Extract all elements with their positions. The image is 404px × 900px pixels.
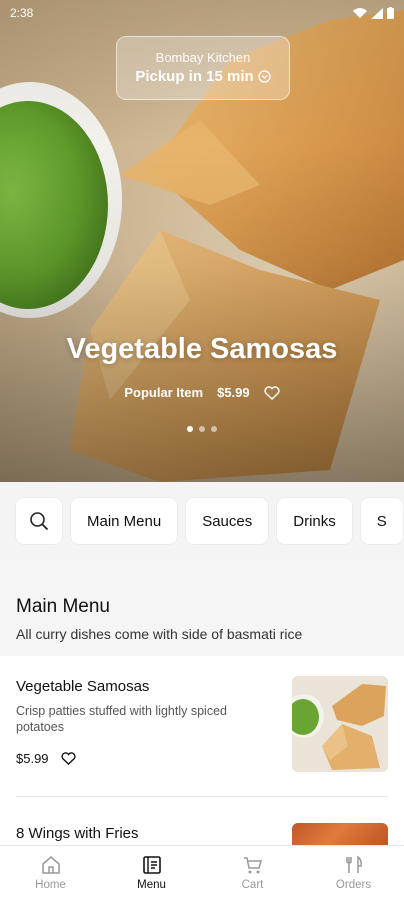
nav-item-orders[interactable]: Orders — [314, 855, 394, 891]
carousel-indicator[interactable] — [0, 426, 404, 432]
menu-book-icon — [142, 856, 161, 874]
heart-icon[interactable] — [60, 752, 76, 765]
menu-item-price: $5.99 — [16, 751, 49, 766]
search-icon — [30, 512, 49, 531]
signal-icon — [371, 7, 383, 19]
nav-label-cart: Cart — [241, 879, 264, 891]
hero-tag: Popular Item — [124, 385, 204, 400]
menu-item-description: Crisp patties stuffed with lightly spice… — [16, 704, 227, 734]
menu-item[interactable]: Vegetable Samosas Crisp patties stuffed … — [0, 656, 404, 796]
hero-banner[interactable]: 2:38 Bombay Kitchen Pickup in 15 min Veg… — [0, 0, 404, 482]
cart-icon — [243, 857, 262, 874]
status-bar: 2:38 — [0, 0, 404, 26]
nav-label-orders: Orders — [335, 879, 372, 891]
category-drinks[interactable]: Drinks — [277, 498, 352, 544]
heart-icon[interactable] — [264, 385, 280, 400]
nav-item-cart[interactable]: Cart — [213, 855, 293, 891]
carousel-dot[interactable] — [199, 426, 205, 432]
section-subtitle: All curry dishes come with side of basma… — [16, 626, 303, 642]
menu-item-image — [292, 676, 388, 772]
nav-item-menu[interactable]: Menu — [112, 855, 192, 891]
nav-label-menu: Menu — [137, 879, 166, 891]
pickup-time[interactable]: Pickup in 15 min — [117, 68, 289, 85]
menu-item[interactable]: 8 Wings with Fries — [0, 797, 404, 845]
hero-price: $5.99 — [217, 385, 250, 400]
section-title: Main Menu — [16, 596, 110, 617]
carousel-dot[interactable] — [211, 426, 217, 432]
status-time: 2:38 — [10, 6, 34, 20]
category-bar: Main Menu Sauces Drinks S — [0, 482, 404, 560]
pickup-time-label: Pickup in 15 min — [135, 68, 254, 85]
home-icon — [41, 856, 60, 874]
section-header: Main Menu All curry dishes come with sid… — [0, 560, 404, 656]
hero-meta: Popular Item $5.99 — [0, 385, 404, 400]
menu-item-image — [292, 823, 388, 845]
bottom-nav: Home Menu Cart Orders — [0, 845, 404, 900]
chevron-down-circle-icon — [258, 70, 271, 83]
nav-item-home[interactable]: Home — [11, 855, 91, 891]
samosa-image — [292, 676, 388, 772]
menu-item-list: Vegetable Samosas Crisp patties stuffed … — [0, 656, 404, 845]
restaurant-info-card[interactable]: Bombay Kitchen Pickup in 15 min — [116, 36, 290, 100]
category-partial[interactable]: S — [360, 498, 403, 544]
wifi-icon — [353, 7, 367, 18]
nav-label-home: Home — [35, 879, 66, 891]
category-main-menu[interactable]: Main Menu — [71, 498, 178, 544]
battery-icon — [387, 7, 394, 19]
carousel-dot[interactable] — [187, 426, 193, 432]
restaurant-name: Bombay Kitchen — [155, 50, 251, 65]
search-button[interactable] — [16, 498, 62, 544]
utensils-icon — [345, 855, 362, 873]
category-sauces[interactable]: Sauces — [186, 498, 269, 544]
status-icons — [353, 7, 394, 19]
hero-title: Vegetable Samosas — [66, 333, 338, 365]
